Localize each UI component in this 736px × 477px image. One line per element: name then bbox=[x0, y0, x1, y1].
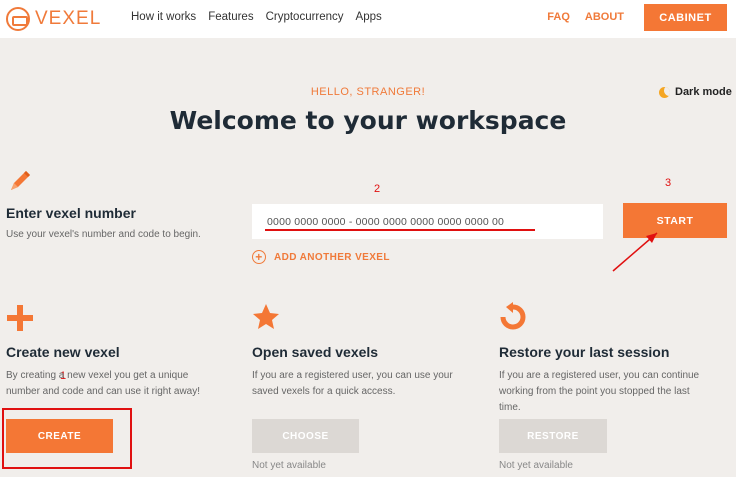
main-nav: How it works Features Cryptocurrency App… bbox=[131, 11, 382, 23]
restore-button[interactable]: RESTORE bbox=[499, 419, 607, 453]
restore-not-available: Not yet available bbox=[499, 460, 573, 471]
star-icon bbox=[253, 304, 279, 329]
saved-vexels-desc: If you are a registered user, you can us… bbox=[252, 370, 453, 397]
secondary-nav: FAQ ABOUT bbox=[547, 11, 624, 23]
cabinet-button[interactable]: CABINET bbox=[644, 4, 727, 31]
nav-about[interactable]: ABOUT bbox=[585, 11, 624, 23]
logo[interactable]: VEXEL bbox=[6, 7, 101, 31]
page-title: Welcome to your workspace bbox=[169, 106, 567, 135]
restore-session-desc: If you are a registered user, you can co… bbox=[499, 370, 700, 413]
nav-faq[interactable]: FAQ bbox=[547, 11, 570, 23]
dark-mode-toggle[interactable]: Dark mode bbox=[659, 86, 732, 98]
annotation-highlight-box bbox=[2, 408, 132, 469]
restore-icon bbox=[500, 302, 526, 330]
create-vexel-desc: By creating a new vexel you get a unique… bbox=[6, 370, 201, 397]
logo-icon bbox=[6, 7, 30, 31]
nav-apps[interactable]: Apps bbox=[356, 11, 382, 23]
pencil-icon bbox=[11, 171, 30, 190]
choose-button[interactable]: CHOOSE bbox=[252, 419, 359, 453]
vexel-number-input[interactable] bbox=[252, 204, 603, 239]
restore-session-title: Restore your last session bbox=[499, 344, 670, 360]
plus-icon bbox=[7, 305, 33, 331]
enter-vexel-subtitle: Use your vexel's number and code to begi… bbox=[6, 229, 201, 240]
top-header: VEXEL How it works Features Cryptocurren… bbox=[0, 0, 736, 38]
nav-cryptocurrency[interactable]: Cryptocurrency bbox=[266, 11, 344, 23]
annotation-2: 2 bbox=[374, 183, 381, 195]
annotation-arrow bbox=[612, 232, 658, 272]
nav-features[interactable]: Features bbox=[208, 11, 253, 23]
logo-text: VEXEL bbox=[35, 8, 102, 29]
add-another-vexel-link[interactable]: + ADD ANOTHER VEXEL bbox=[252, 250, 390, 264]
create-vexel-title: Create new vexel bbox=[6, 344, 120, 360]
enter-vexel-title: Enter vexel number bbox=[6, 205, 136, 221]
add-another-vexel-label: ADD ANOTHER VEXEL bbox=[274, 251, 390, 263]
nav-how-it-works[interactable]: How it works bbox=[131, 11, 196, 23]
input-annotation-underline bbox=[265, 229, 535, 231]
dark-mode-label: Dark mode bbox=[675, 86, 732, 98]
moon-icon bbox=[659, 86, 670, 98]
greeting: HELLO, STRANGER! bbox=[310, 86, 426, 98]
plus-circle-icon: + bbox=[252, 250, 266, 264]
saved-vexels-title: Open saved vexels bbox=[252, 344, 379, 360]
annotation-3: 3 bbox=[665, 177, 672, 189]
choose-not-available: Not yet available bbox=[252, 460, 326, 471]
